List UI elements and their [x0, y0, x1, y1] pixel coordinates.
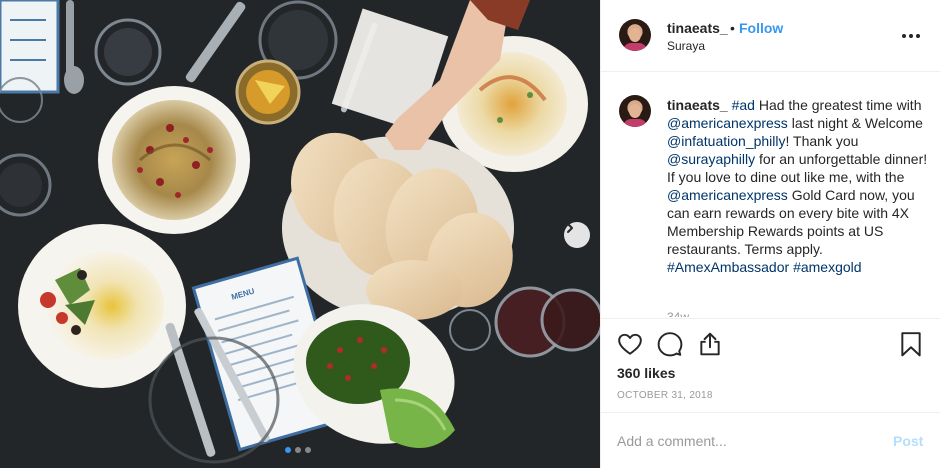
post-side-panel: tinaeats_ • Follow Suraya tinaeats_ #ad …: [600, 0, 940, 468]
location-link[interactable]: Suraya: [667, 39, 705, 53]
caption-text-segment: If you love to dine out like me, with th…: [667, 169, 905, 185]
caption-username[interactable]: tinaeats_: [667, 97, 728, 113]
action-bar: [601, 318, 940, 368]
post-header: tinaeats_ • Follow Suraya: [601, 0, 940, 72]
hummus-plate: [98, 86, 250, 234]
add-comment-bar: Post: [601, 412, 940, 468]
mention-link[interactable]: @americanexpress: [667, 187, 788, 203]
hashtag-link[interactable]: #ad: [732, 97, 755, 113]
post-comment-button[interactable]: Post: [893, 433, 923, 449]
mention-link[interactable]: @infatuation_philly: [667, 133, 786, 149]
more-options-icon[interactable]: [901, 26, 921, 46]
caption-text: #ad Had the greatest time with @american…: [667, 97, 927, 275]
next-photo-button[interactable]: [564, 222, 590, 248]
carousel-dot: [295, 447, 301, 453]
heart-icon[interactable]: [617, 331, 643, 357]
comment-input[interactable]: [617, 429, 877, 453]
follow-button[interactable]: Follow: [739, 20, 783, 36]
caption-text-segment: Had the greatest time with: [754, 97, 922, 113]
header-separator: •: [730, 20, 735, 36]
caption-text-segment: last night & Welcome: [787, 115, 923, 131]
caption-avatar[interactable]: [619, 95, 651, 127]
header-username[interactable]: tinaeats_: [667, 20, 728, 36]
carousel-indicator: [285, 447, 311, 453]
avatar[interactable]: [619, 19, 651, 51]
food-photo-illustration: MENU: [0, 0, 600, 468]
caption-time-ago: 34w: [667, 310, 690, 317]
mention-link[interactable]: @americanexpress: [667, 115, 788, 131]
hashtag-link[interactable]: #AmexAmbassador: [667, 259, 789, 275]
comment-icon[interactable]: [657, 331, 683, 357]
share-icon[interactable]: [697, 331, 723, 357]
post-caption: tinaeats_ #ad Had the greatest time with…: [667, 96, 929, 276]
caption-text-segment: for an unforgettable dinner!: [755, 151, 928, 167]
hashtag-link[interactable]: #amexgold: [793, 259, 862, 275]
carousel-dot: [285, 447, 291, 453]
caption-text-segment: ! Thank you: [785, 133, 859, 149]
carousel-dot: [305, 447, 311, 453]
chevron-right-icon: [567, 223, 573, 233]
bookmark-icon[interactable]: [898, 331, 924, 357]
instagram-post: MENU tinaeats_ • Follow Suraya tinaeats_…: [0, 0, 940, 468]
menu-card-top-left: [0, 0, 60, 94]
post-date[interactable]: OCTOBER 31, 2018: [617, 390, 713, 401]
comments-area[interactable]: tinaeats_ #ad Had the greatest time with…: [601, 73, 940, 317]
mention-link[interactable]: @surayaphilly: [667, 151, 755, 167]
post-photo[interactable]: MENU: [0, 0, 600, 468]
likes-count[interactable]: 360 likes: [617, 365, 675, 381]
cocktail-glass: [235, 59, 301, 125]
